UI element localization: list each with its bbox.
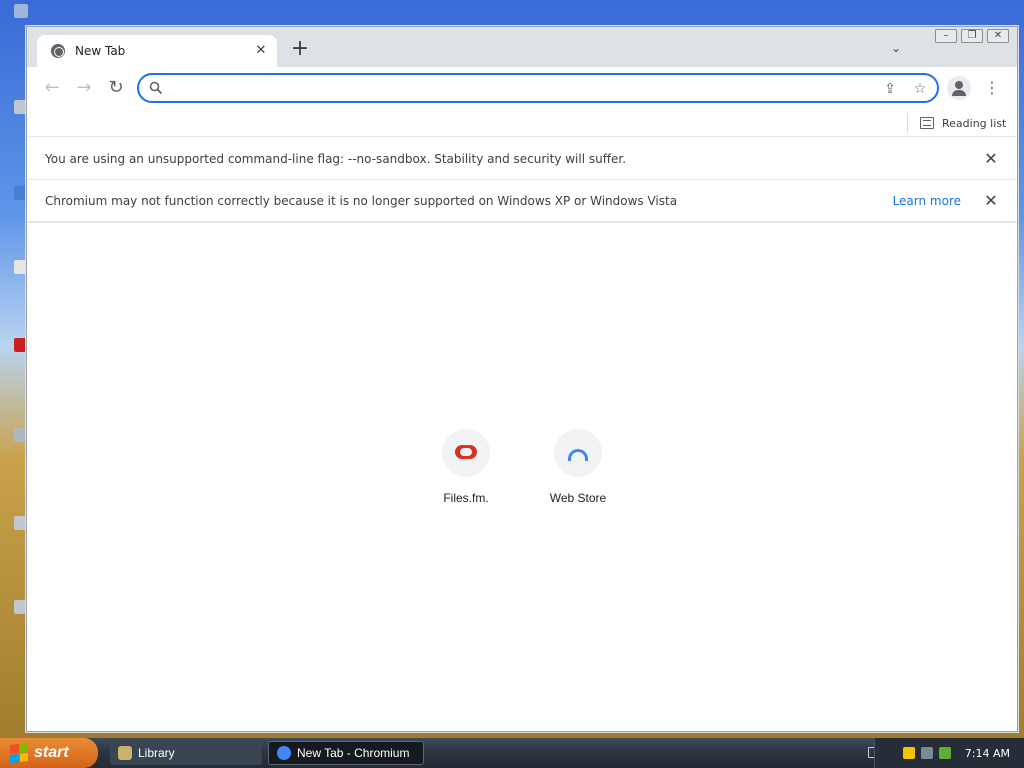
taskbar-item-chromium[interactable]: New Tab - Chromium bbox=[268, 741, 424, 765]
shortcut-icon-circle bbox=[442, 429, 490, 477]
new-tab-button[interactable]: + bbox=[289, 38, 311, 61]
close-window-button[interactable]: ✕ bbox=[987, 29, 1009, 43]
tab-new-tab[interactable]: New Tab ✕ bbox=[37, 35, 277, 67]
browser-toolbar: ← → ↻ ⇪ ☆ ⋮ bbox=[27, 67, 1017, 109]
bookmark-star-icon[interactable]: ☆ bbox=[911, 80, 929, 98]
infobar-no-sandbox: You are using an unsupported command-lin… bbox=[27, 138, 1017, 180]
update-icon[interactable] bbox=[938, 747, 951, 759]
reading-list-label: Reading list bbox=[942, 116, 1007, 130]
task-label: Library bbox=[138, 746, 175, 760]
shortcut-label: Files.fm. bbox=[443, 491, 489, 505]
restore-button[interactable]: ❐ bbox=[961, 29, 983, 43]
tab-close-icon[interactable]: ✕ bbox=[253, 43, 269, 59]
back-button[interactable]: ← bbox=[41, 77, 63, 99]
reading-list-button[interactable]: Reading list bbox=[907, 113, 1006, 133]
address-input[interactable] bbox=[171, 78, 871, 98]
start-button[interactable]: start bbox=[0, 738, 98, 768]
desktop-icon[interactable] bbox=[0, 338, 28, 358]
infobar-message: You are using an unsupported command-lin… bbox=[45, 151, 627, 166]
tab-title: New Tab bbox=[75, 44, 126, 58]
folder-icon bbox=[118, 746, 132, 760]
tab-strip: New Tab ✕ + ⌄ – ❐ ✕ bbox=[27, 27, 1017, 67]
files-fm-icon bbox=[455, 445, 477, 459]
address-bar[interactable]: ⇪ ☆ bbox=[137, 73, 939, 103]
taskbar: start Library New Tab - Chromium 7:14 AM bbox=[0, 738, 1024, 768]
web-store-icon bbox=[568, 449, 588, 461]
desktop-icon[interactable] bbox=[0, 260, 28, 280]
search-icon bbox=[149, 81, 163, 95]
desktop-icon[interactable] bbox=[0, 186, 28, 206]
share-icon[interactable]: ⇪ bbox=[881, 80, 899, 98]
desktop-icon[interactable] bbox=[0, 100, 28, 120]
desktop-icon-my-computer[interactable] bbox=[0, 4, 28, 24]
shortcut-label: Web Store bbox=[549, 491, 607, 505]
clock[interactable]: 7:14 AM bbox=[965, 747, 1010, 760]
network-icon[interactable] bbox=[920, 747, 933, 759]
shortcut-files-fm[interactable]: Files.fm. bbox=[426, 429, 506, 505]
desktop-icon[interactable] bbox=[0, 516, 28, 536]
window-controls: – ❐ ✕ bbox=[935, 29, 1009, 43]
security-shield-icon[interactable] bbox=[902, 747, 915, 759]
new-tab-page: Files.fm. Web Store bbox=[27, 223, 1017, 731]
infobar-message: Chromium may not function correctly beca… bbox=[45, 193, 678, 208]
system-tray: 7:14 AM bbox=[874, 738, 1024, 768]
shortcut-icon-circle bbox=[554, 429, 602, 477]
shortcut-web-store[interactable]: Web Store bbox=[538, 429, 618, 505]
desktop-icon[interactable] bbox=[0, 428, 28, 448]
reading-list-icon bbox=[920, 117, 934, 129]
taskbar-item-library[interactable]: Library bbox=[110, 741, 262, 765]
globe-icon bbox=[51, 44, 65, 58]
profile-avatar-icon[interactable] bbox=[947, 76, 971, 100]
kebab-menu-icon[interactable]: ⋮ bbox=[983, 77, 1001, 99]
learn-more-link[interactable]: Learn more bbox=[893, 194, 961, 208]
task-label: New Tab - Chromium bbox=[297, 746, 410, 760]
reload-button[interactable]: ↻ bbox=[105, 77, 127, 99]
infobar-close-icon[interactable]: ✕ bbox=[983, 150, 999, 167]
minimize-button[interactable]: – bbox=[935, 29, 957, 43]
forward-button[interactable]: → bbox=[73, 77, 95, 99]
infobar-unsupported-os: Chromium may not function correctly beca… bbox=[27, 180, 1017, 222]
browser-window: New Tab ✕ + ⌄ – ❐ ✕ ← → ↻ ⇪ ☆ ⋮ Reading bbox=[26, 26, 1018, 732]
tab-search-chevron-icon[interactable]: ⌄ bbox=[887, 41, 905, 59]
chromium-icon bbox=[277, 746, 291, 760]
infobar-close-icon[interactable]: ✕ bbox=[983, 192, 999, 209]
computer-icon bbox=[14, 4, 28, 18]
windows-flag-icon bbox=[10, 743, 28, 763]
desktop-icon[interactable] bbox=[0, 600, 28, 620]
start-label: start bbox=[34, 744, 69, 761]
bookmarks-bar: Reading list bbox=[27, 109, 1017, 137]
